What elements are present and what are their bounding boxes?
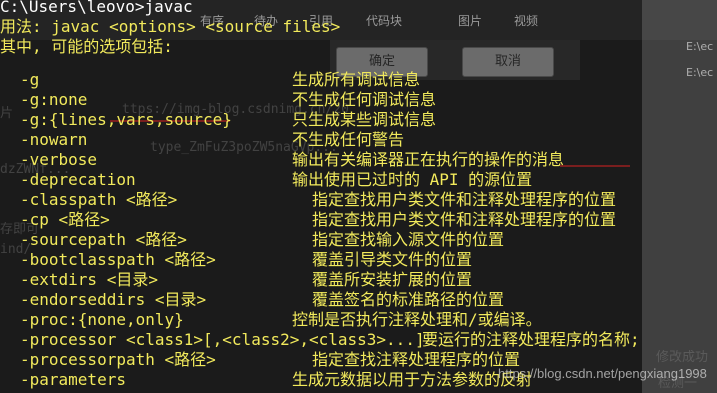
option-flag: -processor <class1>[,<class2>,<class3>..… (20, 330, 425, 349)
option-flag: -classpath <路径> (20, 190, 178, 209)
right-path-2: E:\ec (686, 66, 714, 79)
watermark: https://blog.csdn.net/pengxiang1998 (498, 366, 707, 381)
option-description: 生成所有调试信息 (292, 70, 421, 89)
option-flag: -verbose (20, 150, 98, 169)
right-side-panel (642, 0, 717, 393)
usage-line: 用法: javac <options> <source files> (0, 17, 341, 36)
toolbar-item-video[interactable]: 视频 (514, 12, 538, 29)
option-description: 覆盖所安装扩展的位置 (312, 270, 473, 289)
option-description: 只生成某些调试信息 (292, 110, 437, 129)
option-description: 生成元数据以用于方法参数的反射 (292, 370, 533, 389)
option-flag: -parameters (20, 370, 126, 389)
option-description: 指定查找用户类文件和注释处理程序的位置 (312, 190, 617, 209)
option-flag: -extdirs <目录> (20, 270, 158, 289)
option-description: 不生成任何调试信息 (292, 90, 437, 109)
option-description: 控制是否执行注释处理和/或编译。 (292, 310, 542, 329)
right-path-1: E:\ec (686, 40, 714, 53)
option-description: 覆盖签名的标准路径的位置 (312, 290, 505, 309)
toolbar-item-code-block[interactable]: 代码块 (366, 12, 402, 29)
option-description: 覆盖引导类文件的位置 (312, 250, 473, 269)
cancel-button[interactable]: 取消 (462, 47, 554, 77)
command-prompt[interactable]: C:\Users\leovo>javac (0, 0, 193, 17)
option-flag: -processorpath <路径> (20, 350, 216, 369)
option-flag: -endorseddirs <目录> (20, 290, 207, 309)
options-intro: 其中, 可能的选项包括: (0, 37, 173, 56)
option-flag: -g (20, 70, 40, 89)
option-flag: -g:none (20, 90, 88, 109)
option-flag: -g:{lines,vars,source} (20, 110, 232, 129)
ghost-text: 修改成功 (656, 350, 709, 365)
option-flag: -proc:{none,only} (20, 310, 184, 329)
spellcheck-underline (560, 165, 630, 167)
option-description: 输出使用已过时的 API 的源位置 (292, 170, 533, 189)
option-description: 指定查找输入源文件的位置 (312, 230, 505, 249)
option-description: 输出有关编译器正在执行的操作的消息 (292, 150, 565, 169)
console-output: C:\Users\leovo>javac 用法: javac <options>… (0, 0, 340, 80)
toolbar-item-image[interactable]: 图片 (458, 12, 482, 29)
option-flag: -sourcepath <路径> (20, 230, 187, 249)
option-flag: -nowarn (20, 130, 88, 149)
option-description: 指定查找用户类文件和注释处理程序的位置 (312, 210, 617, 229)
ghost-text: 片 (0, 106, 14, 121)
option-description: 不生成任何警告 (292, 130, 405, 149)
option-flag: -cp <路径> (20, 210, 110, 229)
option-flag: -deprecation (20, 170, 136, 189)
option-description: 要运行的注释处理程序的名称; (422, 330, 640, 349)
option-flag: -bootclasspath <路径> (20, 250, 216, 269)
option-description: 指定查找注释处理程序的位置 (312, 350, 521, 369)
